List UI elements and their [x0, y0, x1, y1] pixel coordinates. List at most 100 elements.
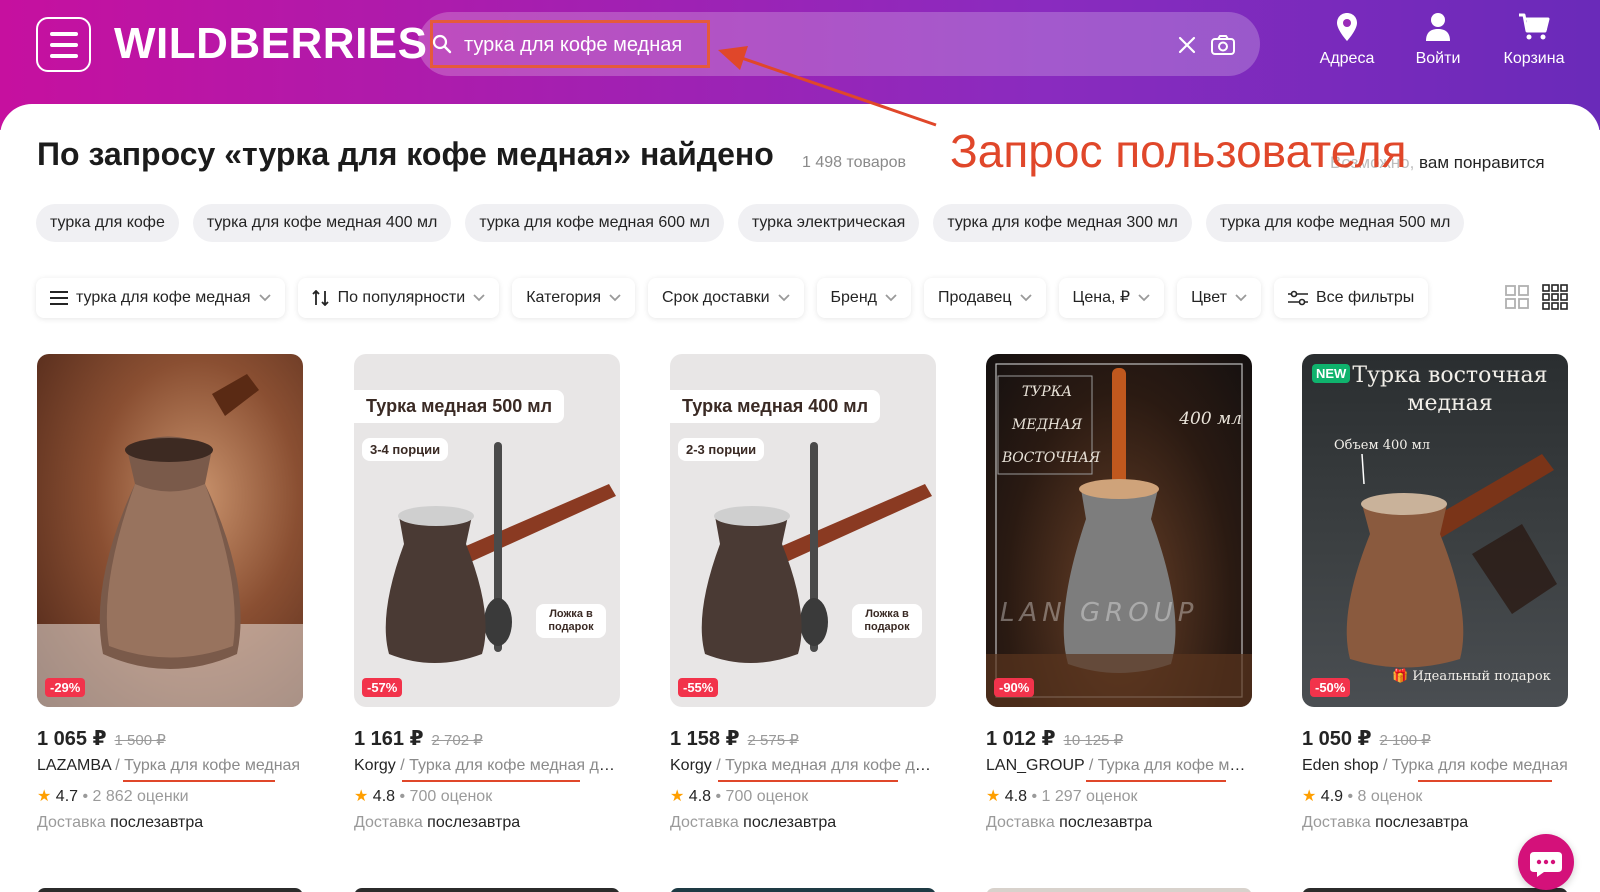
brand-filter-label: Бренд — [830, 289, 877, 306]
brand-name: Korgy — [354, 757, 396, 774]
query-filter[interactable]: турка для кофе медная — [36, 278, 285, 318]
rating: ★ 4.8 • 1 297 оценок — [986, 788, 1138, 805]
login-button[interactable]: Войти — [1393, 12, 1483, 78]
sort-filter[interactable]: По популярности — [297, 278, 500, 318]
maybe-suffix: вам понравится — [1419, 153, 1545, 172]
all-filters-label: Все фильтры — [1315, 289, 1415, 306]
old-price: 10 125 ₽ — [1063, 732, 1124, 749]
chat-bubble-icon — [1530, 852, 1562, 877]
star-icon: ★ — [1302, 788, 1317, 805]
delivery-when: послезавтра — [1375, 814, 1469, 831]
product-card[interactable]: Турка медная 500 мл 3-4 порции Ложка в п… — [354, 354, 620, 831]
suggestion-chip[interactable]: турка для кофе медная 500 мл — [1205, 204, 1465, 242]
discount-badge: -50% — [1310, 678, 1351, 697]
product-card[interactable]: ТУРКА МЕДНАЯ ВОСТОЧНАЯ 400 мл LAN GROUP … — [986, 354, 1252, 831]
review-count: 2 862 оценки — [92, 788, 189, 805]
suggestion-chip[interactable]: турка для кофе медная 600 мл — [465, 204, 724, 242]
discount-badge: -90% — [994, 678, 1035, 697]
product-title: Турка для кофе медная — [1391, 757, 1568, 774]
brand-filter[interactable]: Бренд — [816, 278, 911, 318]
image-sublabel: 3-4 порции — [362, 438, 449, 461]
chat-button[interactable] — [1518, 834, 1574, 890]
copper-turka-icon — [37, 374, 303, 707]
sort-icon — [311, 290, 329, 306]
product-name[interactable]: LAZAMBA / Турка для кофе медная — [37, 757, 303, 775]
all-filters-button[interactable]: Все фильтры — [1273, 278, 1429, 318]
suggestion-chips: турка для кофе турка для кофе медная 400… — [36, 204, 1465, 242]
annotation-underline — [1086, 780, 1226, 782]
seller-filter[interactable]: Продавец — [923, 278, 1046, 318]
cart-button[interactable]: Корзина — [1489, 12, 1579, 78]
product-name[interactable]: Eden shop / Турка для кофе медная — [1302, 757, 1568, 775]
star-icon: ★ — [354, 788, 369, 805]
product-card-peek — [670, 888, 936, 892]
product-image[interactable]: -29% — [37, 354, 303, 707]
delivery-filter[interactable]: Срок доставки — [648, 278, 804, 318]
query-filter-label: турка для кофе медная — [76, 289, 251, 306]
image-text-line: ТУРКА — [1021, 384, 1073, 400]
discount-badge: -29% — [45, 678, 86, 697]
price-filter[interactable]: Цена, ₽ — [1058, 278, 1165, 318]
product-title: Турка медная для кофе для плиты — [725, 757, 936, 774]
delivery-filter-label: Срок доставки — [662, 289, 770, 306]
grid-small-icon[interactable] — [1542, 284, 1568, 310]
brand-name: LAN_GROUP — [986, 757, 1085, 774]
product-name[interactable]: Korgy / Турка для кофе медная для плиты — [354, 757, 620, 775]
logo[interactable]: WILDBERRIES — [114, 18, 428, 70]
discount-badge: -55% — [678, 678, 719, 697]
product-image[interactable]: Турка медная 400 мл 2-3 порции Ложка в п… — [670, 354, 936, 707]
cart-label: Корзина — [1503, 50, 1565, 67]
rating-value: 4.8 — [688, 788, 712, 805]
filter-bar: турка для кофе медная По популярности Ка… — [36, 278, 1429, 318]
current-price: 1 012 ₽ — [986, 728, 1056, 750]
suggestion-chip[interactable]: турка для кофе медная 300 мл — [933, 204, 1192, 242]
star-icon: ★ — [670, 788, 685, 805]
delivery-when: послезавтра — [1059, 814, 1153, 831]
addresses-button[interactable]: Адреса — [1302, 12, 1392, 78]
image-volume: Объем 400 мл — [1334, 438, 1431, 453]
grid-large-icon[interactable] — [1504, 284, 1530, 310]
price: 1 050 ₽ 2 100 ₽ — [1302, 726, 1431, 751]
image-label: Турка медная 400 мл — [670, 390, 881, 423]
review-count: 700 оценок — [725, 788, 809, 805]
rating-value: 4.8 — [1004, 788, 1028, 805]
suggestion-chip[interactable]: турка для кофе — [36, 204, 179, 242]
delivery-when: послезавтра — [110, 814, 204, 831]
product-name[interactable]: LAN_GROUP / Турка для кофе медная — [986, 757, 1252, 775]
addresses-label: Адреса — [1319, 50, 1375, 67]
price: 1 161 ₽ 2 702 ₽ — [354, 726, 483, 751]
location-pin-icon — [1337, 13, 1357, 41]
product-card[interactable]: -29% 1 065 ₽ 1 500 ₽ LAZAMBA / Турка для … — [37, 354, 303, 831]
sliders-icon — [1287, 290, 1308, 306]
rating: ★ 4.7 • 2 862 оценки — [37, 788, 189, 805]
chevron-down-icon — [1138, 294, 1150, 302]
suggestion-chip[interactable]: турка электрическая — [737, 204, 920, 242]
camera-icon[interactable] — [1210, 32, 1236, 58]
product-image[interactable]: Турка медная 500 мл 3-4 порции Ложка в п… — [354, 354, 620, 707]
menu-button[interactable] — [36, 17, 91, 72]
color-filter[interactable]: Цвет — [1177, 278, 1261, 318]
suggestion-chip[interactable]: турка для кофе медная 400 мл — [192, 204, 452, 242]
seller-filter-label: Продавец — [937, 289, 1012, 306]
delivery-label: Доставка — [1302, 814, 1371, 831]
delivery-label: Доставка — [670, 814, 739, 831]
login-label: Войти — [1415, 50, 1461, 67]
annotation-underline — [1418, 780, 1552, 782]
chevron-down-icon — [777, 294, 790, 302]
review-count: 700 оценок — [409, 788, 493, 805]
product-name[interactable]: Korgy / Турка медная для кофе для плиты — [670, 757, 936, 775]
product-card[interactable]: NEW Турка восточная медная Объем 400 мл … — [1302, 354, 1568, 831]
product-card[interactable]: Турка медная 400 мл 2-3 порции Ложка в п… — [670, 354, 936, 831]
delivery-info: Доставка послезавтра — [986, 814, 1152, 832]
image-watermark: LAN GROUP — [1000, 598, 1199, 628]
delivery-info: Доставка послезавтра — [1302, 814, 1468, 832]
product-title: Турка для кофе медная — [1097, 757, 1252, 774]
delivery-when: послезавтра — [427, 814, 521, 831]
chevron-down-icon — [258, 294, 271, 302]
delivery-info: Доставка послезавтра — [37, 814, 203, 832]
category-filter[interactable]: Категория — [512, 278, 635, 318]
product-image[interactable]: ТУРКА МЕДНАЯ ВОСТОЧНАЯ 400 мл LAN GROUP … — [986, 354, 1252, 707]
product-image[interactable]: NEW Турка восточная медная Объем 400 мл … — [1302, 354, 1568, 707]
old-price: 2 575 ₽ — [747, 732, 799, 749]
close-icon[interactable] — [1176, 34, 1198, 56]
